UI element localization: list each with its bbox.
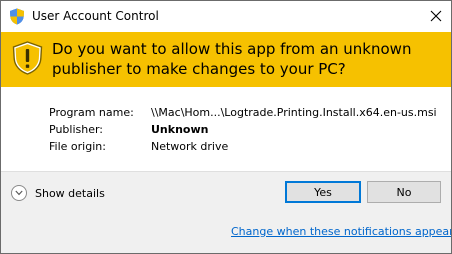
uac-dialog: User Account Control Do you want to allo… <box>0 0 452 254</box>
file-origin-value: Network drive <box>151 140 229 153</box>
chevron-down-icon <box>15 190 23 196</box>
publisher-value: Unknown <box>151 123 209 136</box>
publisher-label: Publisher: <box>49 123 104 136</box>
uac-question: Do you want to allow this app from an un… <box>52 40 412 78</box>
warning-shield-icon <box>12 41 43 75</box>
no-button[interactable]: No <box>367 181 441 203</box>
uac-shield-icon <box>10 8 24 25</box>
window-title: User Account Control <box>32 9 159 23</box>
notification-settings-link[interactable]: Change when these notifications appear <box>231 225 451 238</box>
file-origin-label: File origin: <box>49 140 106 153</box>
program-name-value: \\Mac\Hom...\Logtrade.Printing.Install.x… <box>151 106 437 119</box>
dialog-footer: Show details Yes No Change when these no… <box>1 171 451 253</box>
title-bar: User Account Control <box>1 1 451 32</box>
program-name-label: Program name: <box>49 106 134 119</box>
expand-circle <box>11 185 27 201</box>
close-button[interactable] <box>421 1 451 31</box>
show-details-toggle[interactable]: Show details <box>11 185 105 201</box>
warning-banner: Do you want to allow this app from an un… <box>1 32 451 87</box>
show-details-label: Show details <box>35 186 105 200</box>
close-icon <box>430 10 442 22</box>
yes-button[interactable]: Yes <box>285 181 361 203</box>
